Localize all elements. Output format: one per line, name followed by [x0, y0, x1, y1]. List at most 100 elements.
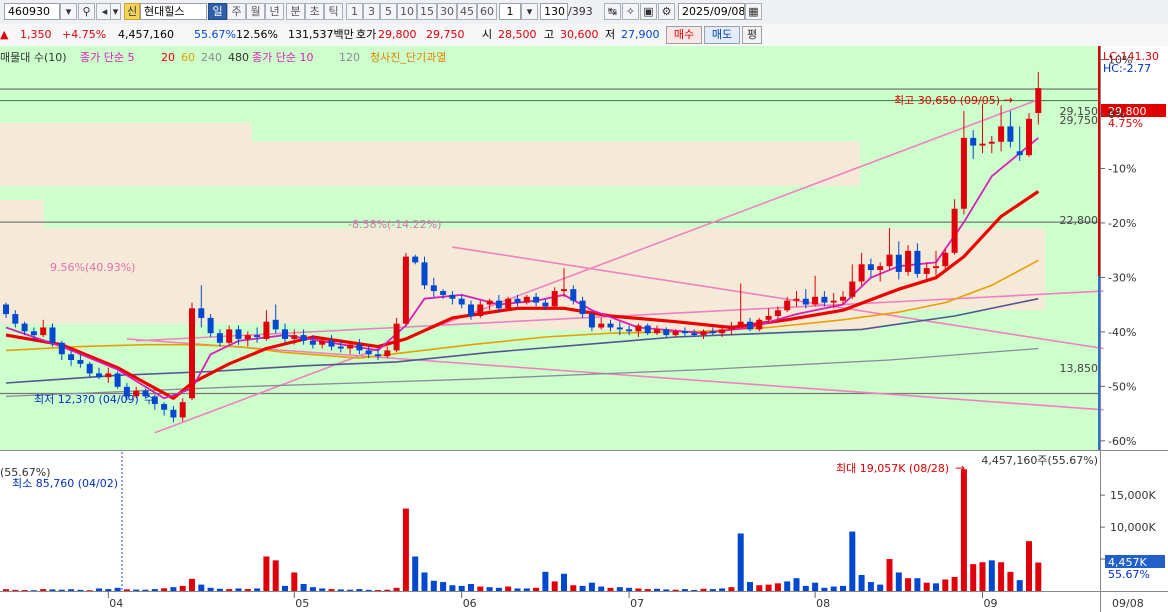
- spin-down-icon[interactable]: ▾: [521, 3, 538, 20]
- interval-3-button[interactable]: 3: [363, 3, 380, 20]
- candle-body: [849, 281, 856, 297]
- candle-body: [654, 329, 660, 334]
- interval-1-button[interactable]: 1: [346, 3, 363, 20]
- interval-15-button[interactable]: 15: [417, 3, 437, 20]
- volume-bar-28: [263, 556, 270, 591]
- volume-bar-22: [207, 587, 214, 591]
- candle-body: [681, 331, 688, 334]
- volume-bar-16: [151, 589, 158, 591]
- period-tick-button[interactable]: 틱: [324, 3, 343, 20]
- candle-81: [756, 317, 763, 332]
- volume-bar-82: [765, 584, 772, 591]
- candle-body: [867, 264, 874, 271]
- tools-icon[interactable]: ✧: [622, 3, 639, 20]
- candle-body: [207, 317, 214, 334]
- period-second-button[interactable]: 초: [305, 3, 324, 20]
- bar-count-input[interactable]: 130: [540, 3, 568, 20]
- volume-bar-62: [579, 585, 586, 591]
- volume-bar-84: [784, 581, 791, 591]
- sell-button[interactable]: 매도: [704, 26, 740, 44]
- candle-body: [421, 262, 428, 286]
- interval-5-button[interactable]: 5: [380, 3, 397, 20]
- volume-bar-78: [728, 587, 735, 591]
- legend-close-10: 종가 단순 10: [252, 51, 313, 64]
- candle-body: [30, 331, 37, 336]
- candle-body: [495, 300, 502, 309]
- save-icon[interactable]: ▣: [640, 3, 657, 20]
- candle-body: [468, 304, 474, 316]
- interval-input[interactable]: 1: [499, 3, 521, 20]
- candle-body: [505, 298, 512, 309]
- volume-bar-36: [337, 589, 344, 591]
- volume-bar-29: [272, 560, 279, 591]
- candle-body: [300, 335, 307, 341]
- candle-body: [96, 373, 102, 378]
- candle-body: [607, 323, 614, 328]
- volume-bar-37: [347, 589, 354, 591]
- stock-code-input[interactable]: 460930: [4, 3, 60, 20]
- period-month-button[interactable]: 월: [246, 3, 265, 20]
- interval-10-button[interactable]: 10: [397, 3, 417, 20]
- interval-45-button[interactable]: 45: [457, 3, 477, 20]
- volume-profile-band-3: [0, 228, 1045, 310]
- volume-bar-88: [821, 587, 828, 591]
- candle-body: [598, 323, 605, 328]
- candle-110: [1026, 113, 1032, 158]
- eval-button[interactable]: 평: [742, 26, 762, 44]
- volume-bar-67: [626, 587, 633, 591]
- volume-bar-7: [68, 589, 75, 591]
- volume-bar-65: [607, 587, 614, 591]
- low-annotation-suffix: 수: [144, 393, 154, 406]
- candle-body: [812, 296, 819, 305]
- buy-button[interactable]: 매수: [666, 26, 702, 44]
- ask-price: 29,800: [378, 28, 417, 41]
- stock-name-field[interactable]: 현대힐스: [140, 3, 207, 20]
- candle-body: [579, 300, 586, 315]
- level-22800-label: 22,800: [1060, 214, 1099, 227]
- calendar-icon[interactable]: ▦: [745, 3, 762, 20]
- candle-body: [914, 250, 921, 274]
- candle-body: [533, 296, 540, 303]
- volume-bar-69: [644, 589, 651, 591]
- ruler-icon[interactable]: ↹: [604, 3, 621, 20]
- search-icon[interactable]: ⚲: [78, 3, 95, 20]
- candle-body: [347, 344, 354, 349]
- interval-30-button[interactable]: 30: [437, 3, 457, 20]
- candle-body: [161, 404, 168, 410]
- candle-body: [840, 296, 846, 301]
- volume-bar-64: [598, 586, 605, 591]
- volume-bar-70: [654, 588, 660, 591]
- volume-last-value: 4,457,160주(55.67%): [981, 454, 1098, 467]
- low-price: 27,900: [621, 28, 660, 41]
- gear-icon[interactable]: ⚙: [658, 3, 675, 20]
- volume-bar-107: [998, 562, 1005, 591]
- price-volume-chart[interactable]: 매물대 수(10) 종가 단순 5 20 60 240 480 종가 단순 10…: [0, 46, 1168, 612]
- volume-bar-11: [105, 589, 112, 591]
- period-week-button[interactable]: 주: [227, 3, 246, 20]
- interval-60-button[interactable]: 60: [477, 3, 497, 20]
- volume-bar-13: [123, 589, 130, 591]
- volume-bar-91: [849, 531, 856, 591]
- candle-body: [626, 329, 633, 332]
- amount-value: 131,537백만: [288, 28, 354, 41]
- volume-bar-52: [486, 587, 493, 591]
- dropdown-icon[interactable]: ▾: [60, 3, 77, 20]
- period-year-button[interactable]: 년: [265, 3, 284, 20]
- candle-43: [402, 252, 409, 326]
- period-minute-button[interactable]: 분: [286, 3, 305, 20]
- x-tick-label: 06: [463, 597, 477, 610]
- volume-bar-74: [691, 590, 698, 592]
- date-input[interactable]: 2025/09/08: [678, 3, 745, 20]
- candle-20: [189, 302, 195, 401]
- candle-body: [635, 325, 642, 332]
- candle-body: [272, 319, 279, 330]
- volume-bar-56: [523, 588, 530, 591]
- volume-profile-band-0: [0, 123, 252, 141]
- candle-body: [514, 298, 521, 303]
- nav-dropdown-icon[interactable]: ▾: [110, 3, 121, 20]
- candle-body: [263, 321, 270, 339]
- period-day-button[interactable]: 일: [208, 3, 227, 20]
- volume-bar-45: [421, 572, 428, 591]
- change-value: 1,350: [20, 28, 52, 41]
- candle-body: [356, 344, 363, 351]
